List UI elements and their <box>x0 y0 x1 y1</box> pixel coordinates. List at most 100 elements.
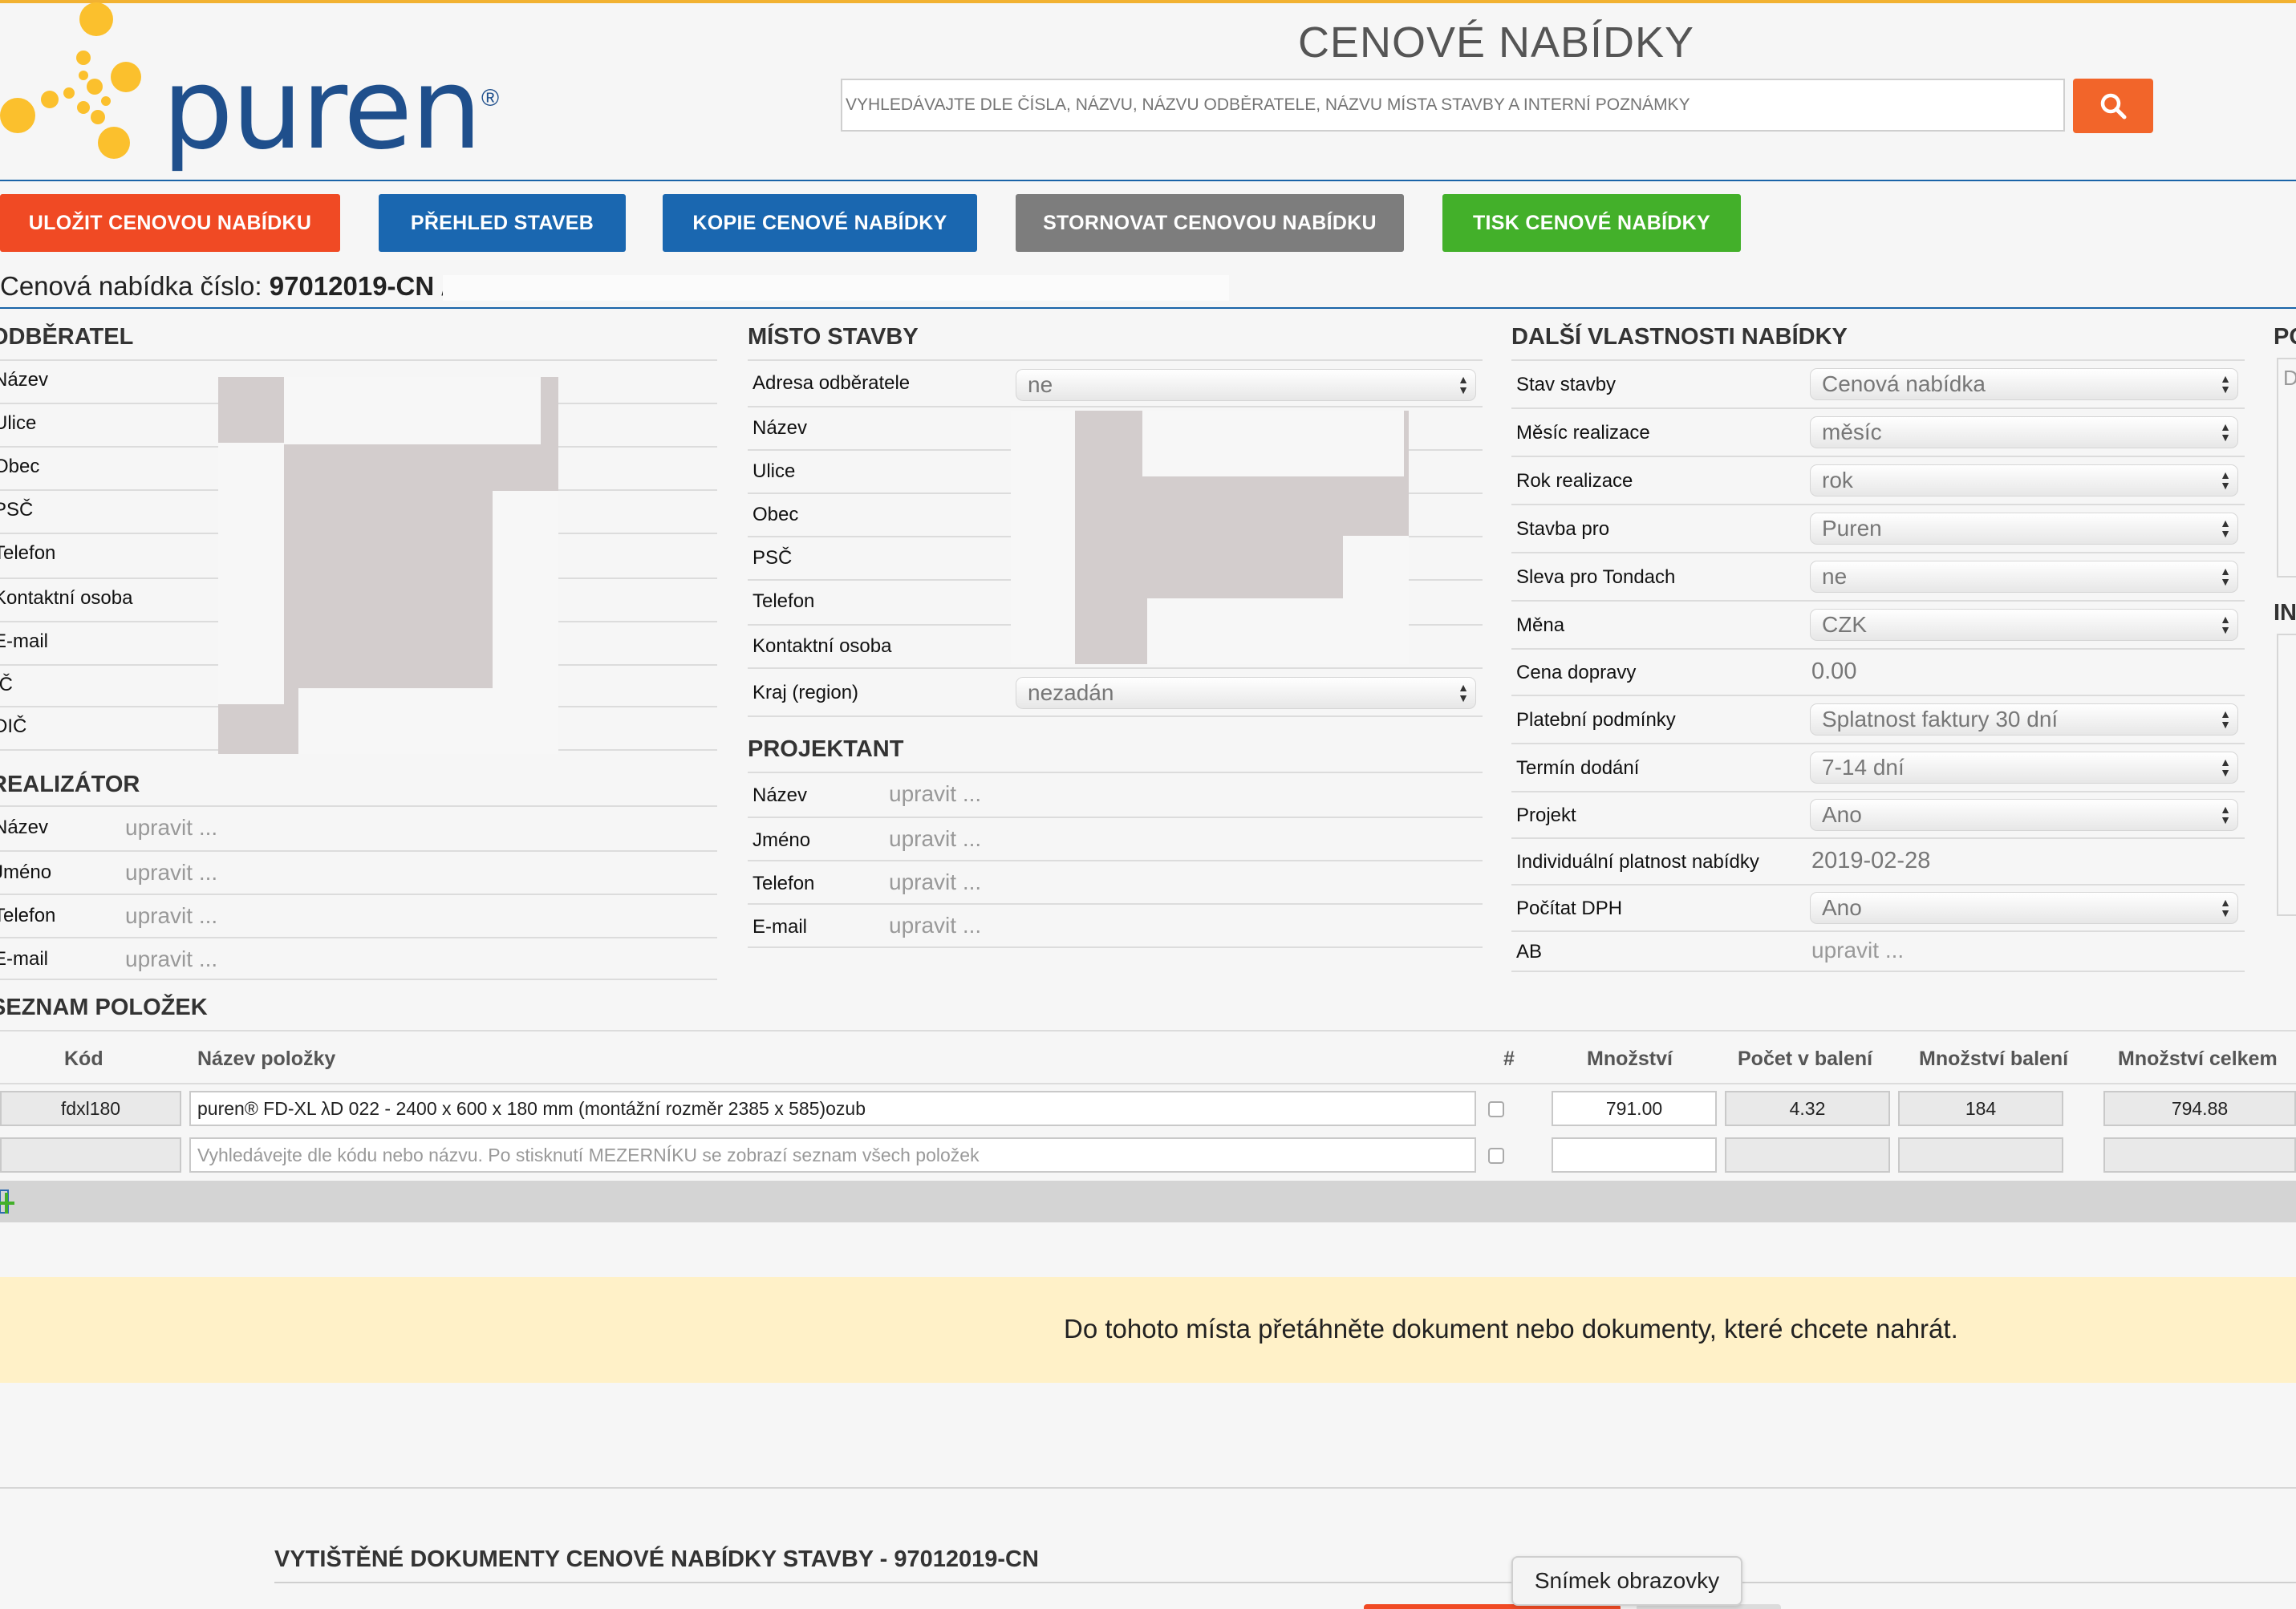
add-item-button[interactable] <box>0 1187 24 1216</box>
offer-property-label: Měna <box>1516 614 1565 636</box>
select-arrows-icon: ▲ ▼ <box>2220 896 2231 919</box>
contractor-edit-link[interactable]: upravit ... <box>125 946 217 972</box>
site-region-select[interactable]: nezadán ▲ ▼ <box>1016 677 1476 709</box>
site-row-label: Název <box>752 417 808 439</box>
offer-property-select[interactable]: Cenová nabídka ▲ ▼ <box>1810 368 2238 400</box>
redaction-mask <box>284 377 541 444</box>
search-input[interactable] <box>841 79 2065 132</box>
designer-edit-link[interactable]: upravit ... <box>889 781 981 807</box>
offer-property-row: Rok realizace rok ▲ ▼ <box>1511 456 2245 504</box>
new-item-total-quantity <box>2103 1137 2296 1173</box>
offer-number: 97012019-CN <box>269 271 435 301</box>
offer-property-select[interactable]: 7-14 dní ▲ ▼ <box>1810 752 2238 784</box>
offer-property-label: Cena dopravy <box>1516 662 1637 683</box>
item-quantity-input[interactable]: 791.00 <box>1552 1091 1717 1126</box>
offer-property-label: Rok realizace <box>1516 470 1633 492</box>
site-row-label: Telefon <box>752 590 815 612</box>
select-arrows-icon: ▲ ▼ <box>2220 420 2231 444</box>
offer-property-select[interactable]: rok ▲ ▼ <box>1810 464 2238 496</box>
offer-property-select[interactable]: Ano ▲ ▼ <box>1810 799 2238 831</box>
contractor-box-bottom <box>0 979 717 980</box>
new-item-pack-quantity <box>1898 1137 2063 1173</box>
site-address-source-select[interactable]: ne ▲ ▼ <box>1016 369 1476 401</box>
search-button[interactable] <box>2073 79 2153 133</box>
offer-number-line: Cenová nabídka číslo: 97012019-CN / <box>0 271 449 302</box>
designer-edit-link[interactable]: upravit ... <box>889 913 981 938</box>
offer-property-edit-link[interactable]: upravit ... <box>1811 938 1904 963</box>
offer-property-row: Cena dopravy 0.00 <box>1511 648 2245 695</box>
offer-property-label: Platební podmínky <box>1516 709 1676 731</box>
contractor-row-label: E-mail <box>0 948 49 970</box>
offer-property-select[interactable]: měsíc ▲ ▼ <box>1810 416 2238 448</box>
section-divider <box>0 307 2296 309</box>
designer-edit-link[interactable]: upravit ... <box>889 869 981 895</box>
offer-property-value: ne <box>1822 564 1848 589</box>
offer-property-select[interactable]: Ano ▲ ▼ <box>1810 892 2238 924</box>
offer-property-row: Platební podmínky Splatnost faktury 30 dn… <box>1511 695 2245 743</box>
select-arrows-icon: ▲ ▼ <box>2220 468 2231 492</box>
site-row-label: PSČ <box>752 547 793 569</box>
offer-property-select[interactable]: Puren ▲ ▼ <box>1810 513 2238 545</box>
new-item-checkbox[interactable] <box>1488 1148 1504 1164</box>
contractor-row-label: Telefon <box>0 905 56 926</box>
designer-row-label: Jméno <box>752 829 811 851</box>
designer-row: Telefon upravit ... <box>748 860 1483 903</box>
offer-property-row: Termín dodání 7-14 dní ▲ ▼ <box>1511 743 2245 791</box>
contractor-row: E-mail upravit ... <box>0 937 717 980</box>
customer-row-label: Obec <box>0 456 40 477</box>
offer-property-value[interactable]: 2019-02-28 <box>1811 848 1930 874</box>
customer-row-label: Název <box>0 369 49 391</box>
cancel-offer-button[interactable]: STORNOVAT CENOVOU NABÍDKU <box>1016 194 1404 252</box>
site-section-title: MÍSTO STAVBY <box>748 324 919 350</box>
item-code-cell[interactable]: fdxl180 <box>0 1091 181 1126</box>
offer-property-value: Ano <box>1822 895 1862 920</box>
site-row-label: Ulice <box>752 460 796 482</box>
header-divider <box>0 180 2296 181</box>
offer-property-row: Individuální platnost nabídky 2019-02-28 <box>1511 837 2245 884</box>
offer-property-select[interactable]: ne ▲ ▼ <box>1810 561 2238 593</box>
offer-property-select[interactable]: CZK ▲ ▼ <box>1810 609 2238 641</box>
select-arrows-icon: ▲ ▼ <box>2220 613 2231 636</box>
contractor-row-label: Název <box>0 817 49 838</box>
site-region-value: nezadán <box>1028 680 1114 705</box>
new-item-code-cell[interactable] <box>0 1137 181 1173</box>
select-arrows-icon: ▲ ▼ <box>2220 756 2231 779</box>
item-pack-quantity: 184 <box>1898 1091 2063 1126</box>
copy-offer-button[interactable]: KOPIE CENOVÉ NABÍDKY <box>663 194 977 252</box>
buildings-overview-button[interactable]: PŘEHLED STAVEB <box>379 194 626 252</box>
designer-section-title: PROJEKTANT <box>748 736 904 762</box>
item-pack-count: 4.32 <box>1725 1091 1890 1126</box>
save-offer-button[interactable]: ULOŽIT CENOVOU NABÍDKU <box>0 194 340 252</box>
designer-row: E-mail upravit ... <box>748 903 1483 946</box>
offer-property-label: Stav stavby <box>1516 374 1617 395</box>
new-item-quantity-input[interactable] <box>1552 1137 1717 1173</box>
designer-row-label: Název <box>752 784 808 806</box>
offer-property-select[interactable]: Splatnost faktury 30 dní ▲ ▼ <box>1810 703 2238 736</box>
offer-property-value: Ano <box>1822 802 1862 827</box>
designer-box-bottom <box>748 946 1483 948</box>
new-item-search-input[interactable]: Vyhledávejte dle kódu nebo názvu. Po sti… <box>189 1137 1476 1173</box>
contractor-edit-link[interactable]: upravit ... <box>125 860 217 886</box>
puren-logo[interactable]: puren ® <box>0 0 513 178</box>
contractor-row: Jméno upravit ... <box>0 850 717 894</box>
redaction-mask <box>1142 411 1404 476</box>
offer-property-value[interactable]: 0.00 <box>1811 659 1856 685</box>
site-row-address-source: Adresa odběratele ne ▲ ▼ <box>748 359 1483 406</box>
select-arrows-icon: ▲ ▼ <box>2220 372 2231 395</box>
select-arrows-icon: ▲ ▼ <box>2220 707 2231 731</box>
item-name-input[interactable]: puren® FD-XL λD 022 - 2400 x 600 x 180 m… <box>189 1091 1476 1126</box>
designer-edit-link[interactable]: upravit ... <box>889 826 981 852</box>
offer-property-value: měsíc <box>1822 419 1882 444</box>
select-arrows-icon: ▲ ▼ <box>2220 565 2231 588</box>
new-item-pack-count <box>1725 1137 1890 1173</box>
contractor-edit-link[interactable]: upravit ... <box>125 903 217 929</box>
offer-property-value: Cenová nabídka <box>1822 371 1986 396</box>
contractor-edit-link[interactable]: upravit ... <box>125 815 217 841</box>
logo-registered-mark: ® <box>481 85 500 111</box>
offer-properties-section-title: DALŠÍ VLASTNOSTI NABÍDKY <box>1511 324 1848 350</box>
offer-property-value: CZK <box>1822 612 1867 637</box>
designer-row-label: E-mail <box>752 916 808 938</box>
print-offer-button[interactable]: TISK CENOVÉ NABÍDKY <box>1442 194 1741 252</box>
select-arrows-icon: ▲ ▼ <box>2220 803 2231 826</box>
item-checkbox[interactable] <box>1488 1101 1504 1117</box>
